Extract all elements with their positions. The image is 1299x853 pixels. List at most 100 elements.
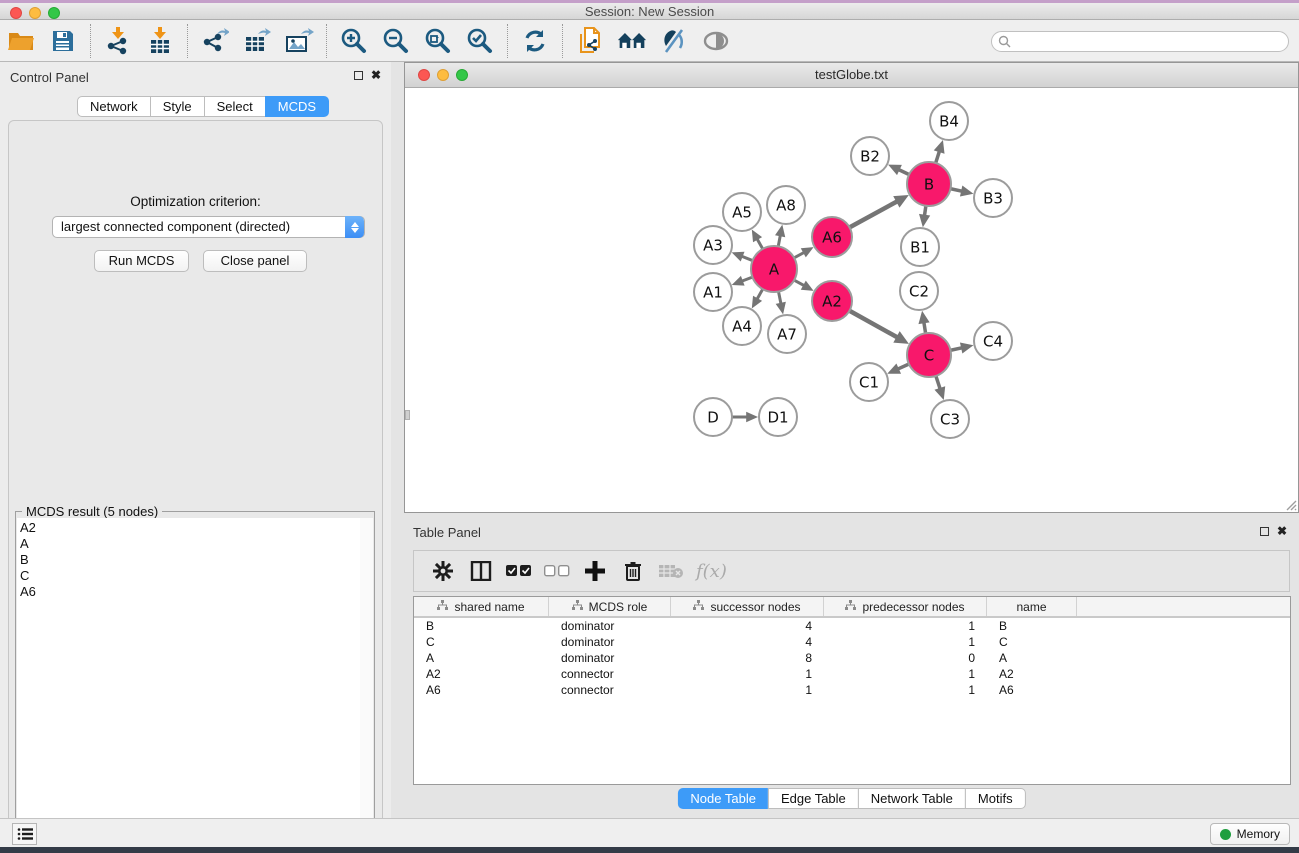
tab-mcds[interactable]: MCDS	[265, 96, 329, 117]
table-row[interactable]: Adominator80A	[414, 650, 1290, 666]
network-canvas[interactable]: B4B2BB3B1A5A8A6A3AA1A4A7A2C2C4CC1C3DD1	[405, 88, 1298, 512]
table-cell[interactable]: A6	[987, 682, 1077, 698]
close-panel-icon[interactable]: ✖	[371, 68, 381, 82]
table-cell[interactable]: A2	[414, 666, 549, 682]
zoom-out-icon[interactable]	[381, 26, 411, 56]
graph-edge[interactable]	[793, 252, 805, 258]
table-cell[interactable]: 8	[671, 650, 824, 666]
add-column-icon[interactable]	[581, 557, 609, 585]
table-row[interactable]: A6connector11A6	[414, 682, 1290, 698]
float-table-panel-icon[interactable]	[1260, 527, 1269, 536]
graph-edge[interactable]	[935, 150, 939, 164]
node-table[interactable]: shared nameMCDS rolesuccessor nodesprede…	[413, 596, 1291, 785]
tab-style[interactable]: Style	[150, 96, 205, 117]
search-input[interactable]	[1011, 34, 1288, 50]
copy-network-icon[interactable]	[575, 26, 605, 56]
result-item[interactable]: A2	[20, 520, 360, 536]
table-cell[interactable]: C	[414, 634, 549, 650]
graph-edge[interactable]	[849, 310, 899, 338]
close-panel-button[interactable]: Close panel	[203, 250, 307, 272]
run-mcds-button[interactable]: Run MCDS	[94, 250, 189, 272]
export-table-icon[interactable]	[242, 26, 272, 56]
open-file-icon[interactable]	[6, 26, 36, 56]
export-network-icon[interactable]	[200, 26, 230, 56]
table-row[interactable]: Cdominator41C	[414, 634, 1290, 650]
graph-edge[interactable]	[741, 256, 754, 261]
table-cell[interactable]: dominator	[549, 634, 671, 650]
table-cell[interactable]: 1	[824, 682, 987, 698]
graph-edge[interactable]	[898, 169, 910, 175]
graph-edge[interactable]	[793, 280, 805, 286]
result-item[interactable]: A6	[20, 584, 360, 600]
table-cell[interactable]: 1	[824, 634, 987, 650]
table-cell[interactable]: B	[414, 618, 549, 634]
memory-button[interactable]: Memory	[1210, 823, 1290, 845]
tab-motifs[interactable]: Motifs	[965, 788, 1026, 809]
column-header-name[interactable]: name	[987, 597, 1077, 616]
mcds-result-list[interactable]: A2ABCA6	[17, 518, 361, 848]
graph-edge[interactable]	[741, 277, 754, 282]
criterion-dropdown[interactable]: largest connected component (directed)	[52, 216, 365, 238]
close-table-panel-icon[interactable]: ✖	[1277, 524, 1287, 538]
zoom-in-icon[interactable]	[339, 26, 369, 56]
table-cell[interactable]: 1	[824, 618, 987, 634]
graph-edge[interactable]	[757, 288, 764, 300]
delete-trash-icon[interactable]	[619, 557, 647, 585]
float-panel-icon[interactable]	[354, 71, 363, 80]
graph-edge[interactable]	[936, 375, 941, 390]
column-header-shared-name[interactable]: shared name	[414, 597, 549, 616]
zoom-selected-icon[interactable]	[465, 26, 495, 56]
column-header-predecessor-nodes[interactable]: predecessor nodes	[824, 597, 987, 616]
column-header-successor-nodes[interactable]: successor nodes	[671, 597, 824, 616]
task-history-button[interactable]	[12, 823, 37, 845]
table-cell[interactable]: 4	[671, 634, 824, 650]
table-cell[interactable]: 0	[824, 650, 987, 666]
table-cell[interactable]: dominator	[549, 618, 671, 634]
graph-edge[interactable]	[897, 364, 910, 370]
graph-edge[interactable]	[849, 201, 898, 228]
tab-select[interactable]: Select	[204, 96, 266, 117]
table-cell[interactable]: A2	[987, 666, 1077, 682]
table-row[interactable]: Bdominator41B	[414, 618, 1290, 634]
table-cell[interactable]: A	[987, 650, 1077, 666]
home-icon[interactable]	[617, 26, 647, 56]
graph-edge[interactable]	[778, 291, 781, 305]
table-cell[interactable]: 1	[671, 666, 824, 682]
function-builder-icon[interactable]: f(x)	[696, 561, 727, 582]
main-titlebar[interactable]: Session: New Session	[0, 3, 1299, 20]
refresh-icon[interactable]	[520, 26, 550, 56]
select-all-icon[interactable]	[505, 557, 533, 585]
table-cell[interactable]: 1	[671, 682, 824, 698]
import-network-icon[interactable]	[103, 26, 133, 56]
settings-gear-icon[interactable]	[429, 557, 457, 585]
zoom-fit-icon[interactable]	[423, 26, 453, 56]
table-cell[interactable]: dominator	[549, 650, 671, 666]
clear-table-icon[interactable]	[657, 557, 685, 585]
deselect-all-icon[interactable]	[543, 557, 571, 585]
save-session-icon[interactable]	[48, 26, 78, 56]
graph-edge[interactable]	[950, 348, 964, 351]
export-image-icon[interactable]	[284, 26, 314, 56]
tab-edge-table[interactable]: Edge Table	[768, 788, 859, 809]
import-table-icon[interactable]	[145, 26, 175, 56]
resize-grip-icon[interactable]	[1283, 497, 1297, 511]
column-selector-icon[interactable]	[467, 557, 495, 585]
result-item[interactable]: B	[20, 552, 360, 568]
splitter-handle[interactable]	[405, 410, 410, 420]
table-row[interactable]: A2connector11A2	[414, 666, 1290, 682]
tab-network-table[interactable]: Network Table	[858, 788, 966, 809]
show-hide-eye-icon[interactable]	[701, 26, 731, 56]
result-item[interactable]: C	[20, 568, 360, 584]
table-cell[interactable]: B	[987, 618, 1077, 634]
search-field[interactable]	[991, 31, 1289, 52]
result-list-scrollbar[interactable]	[360, 518, 373, 848]
column-header-MCDS-role[interactable]: MCDS role	[549, 597, 671, 616]
result-item[interactable]: A	[20, 536, 360, 552]
table-cell[interactable]: A	[414, 650, 549, 666]
graph-edge[interactable]	[757, 238, 764, 250]
table-cell[interactable]: connector	[549, 666, 671, 682]
table-cell[interactable]: connector	[549, 682, 671, 698]
table-cell[interactable]: A6	[414, 682, 549, 698]
table-cell[interactable]: C	[987, 634, 1077, 650]
tab-network[interactable]: Network	[77, 96, 151, 117]
